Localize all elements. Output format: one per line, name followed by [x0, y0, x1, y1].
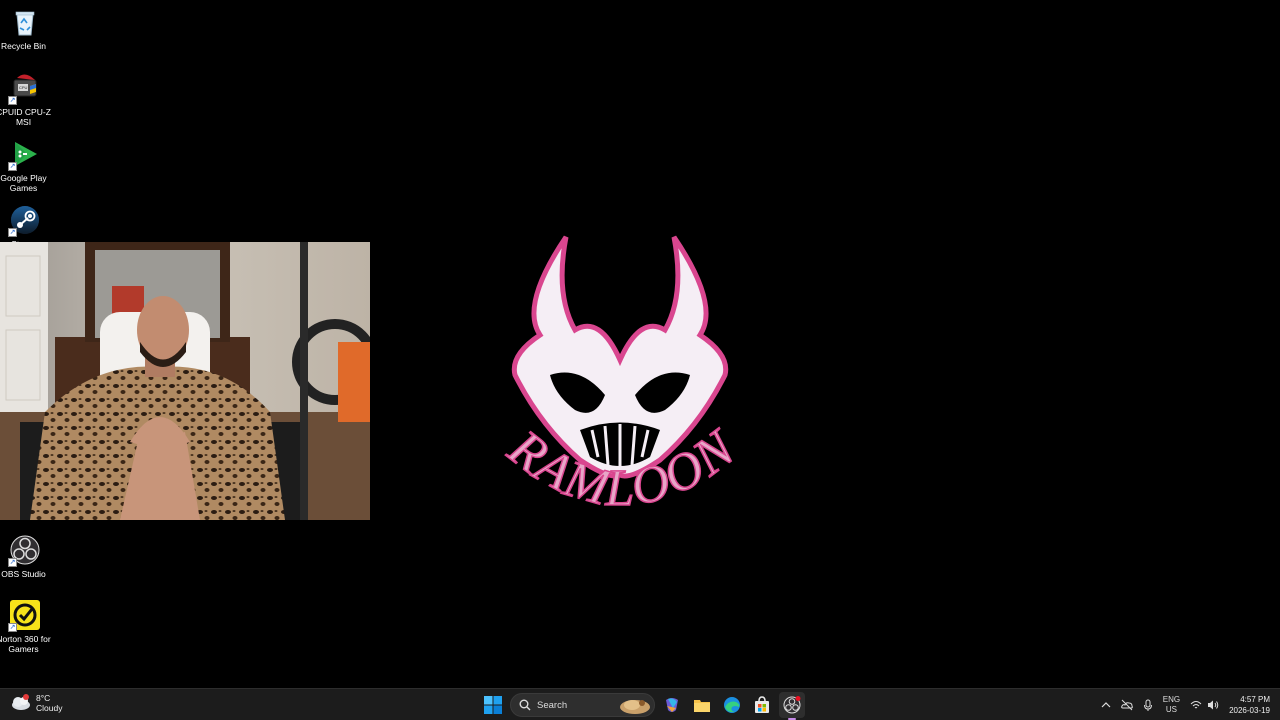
edge-icon [724, 697, 740, 713]
volume-icon [1208, 700, 1219, 710]
chevron-up-icon[interactable] [1101, 700, 1111, 710]
copilot-button[interactable] [659, 692, 685, 718]
shortcut-arrow-icon: ↗ [8, 623, 17, 632]
file-explorer-icon [694, 700, 710, 712]
search-icon [519, 699, 531, 711]
clock-date: 2026-03-19 [1229, 706, 1270, 715]
desktop-icon-label: Recycle Bin [1, 41, 46, 51]
shortcut-arrow-icon: ↗ [8, 558, 17, 567]
desktop-icon-norton-360[interactable]: ↗ Norton 360 for Gamers [0, 599, 51, 654]
network-volume-group[interactable] [1190, 700, 1219, 710]
desktop-icon-cpuz[interactable]: CPU ↗ CPUID CPU-Z MSI [0, 72, 51, 127]
shortcut-arrow-icon: ↗ [8, 228, 17, 237]
webcam-overlay [0, 242, 370, 520]
desktop-icon-label: Google Play Games [0, 173, 47, 193]
recycle-bin-icon [9, 6, 41, 38]
language-indicator[interactable]: ENG US [1163, 695, 1180, 715]
desktop-icon-obs-studio[interactable]: ↗ OBS Studio [0, 534, 50, 579]
svg-text:CPU: CPU [19, 85, 28, 90]
ms-store-button[interactable] [749, 692, 775, 718]
desktop-icon-recycle-bin[interactable]: Recycle Bin [0, 6, 50, 51]
search-highlight-icon [620, 700, 650, 714]
edge-button[interactable] [719, 692, 745, 718]
file-explorer-button[interactable] [689, 692, 715, 718]
copilot-icon [666, 698, 678, 712]
onedrive-offline-icon[interactable] [1120, 699, 1133, 711]
region-code: US [1165, 705, 1177, 714]
steam-icon: ↗ [8, 204, 41, 237]
taskbar: 8°C Cloudy Search ENG US 4:57 PM 2026-03… [0, 688, 1280, 720]
search-label: Search [537, 699, 568, 711]
cpuz-icon: CPU ↗ [8, 72, 41, 105]
desktop-icon-google-play-games[interactable]: ↗ Google Play Games [0, 138, 50, 193]
google-play-games-icon: ↗ [8, 138, 41, 171]
desktop-icon-label: CPUID CPU-Z MSI [0, 107, 51, 127]
taskbar-center: Search [480, 692, 805, 720]
weather-condition: Cloudy [36, 703, 63, 713]
ramloon-logo: RAMLOON [470, 225, 770, 545]
norton-icon: ↗ [8, 599, 41, 632]
windows-start-icon [484, 696, 502, 714]
desktop: Recycle Bin CPU ↗ CPUID CPU-Z MSI ↗ Goog… [0, 0, 1280, 688]
obs-icon [783, 696, 801, 714]
start-button[interactable] [480, 692, 506, 718]
system-tray: ENG US 4:57 PM 2026-03-19 [1101, 691, 1270, 719]
language-code: ENG [1162, 695, 1181, 704]
weather-temp: 8°C [36, 693, 51, 703]
taskbar-search-box[interactable]: Search [510, 693, 655, 717]
obs-taskbar-button[interactable] [779, 692, 805, 720]
shortcut-arrow-icon: ↗ [8, 96, 17, 105]
wifi-icon [1190, 701, 1202, 709]
cloud-icon [12, 694, 30, 710]
microphone-icon[interactable] [1143, 699, 1153, 711]
ms-store-icon [755, 696, 769, 713]
weather-widget[interactable]: 8°C Cloudy [10, 693, 62, 713]
clock-time: 4:57 PM [1240, 695, 1270, 704]
desktop-icon-label: Norton 360 for Gamers [0, 634, 51, 654]
obs-studio-icon: ↗ [8, 534, 41, 567]
shortcut-arrow-icon: ↗ [8, 162, 17, 171]
desktop-icon-label: OBS Studio [1, 569, 46, 579]
clock[interactable]: 4:57 PM 2026-03-19 [1229, 694, 1270, 716]
